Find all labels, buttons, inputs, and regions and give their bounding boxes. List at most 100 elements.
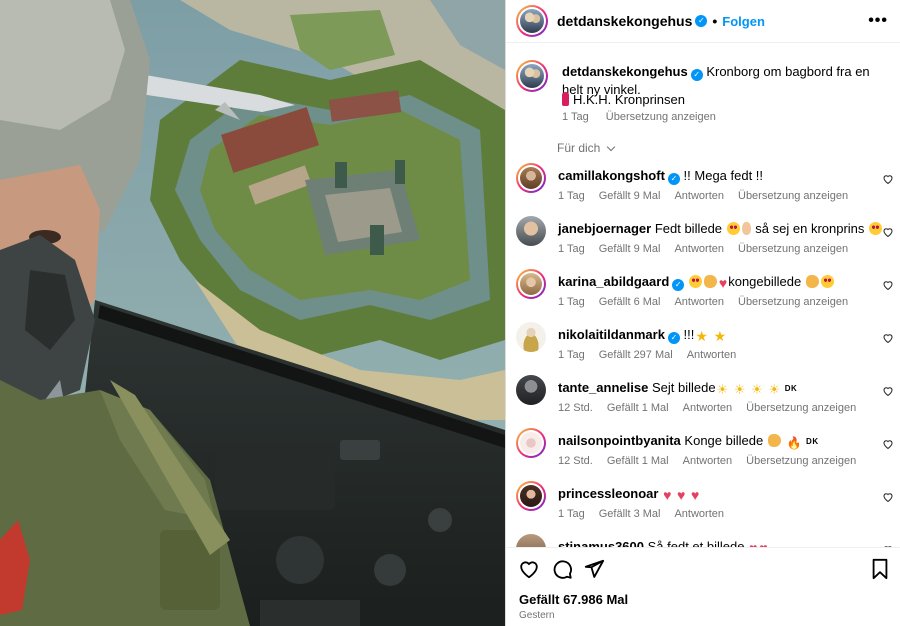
comment-item: tante_annelise Sejt billede☀ ☀ ☀ ☀ DK 12… (516, 375, 896, 423)
commenter-username[interactable]: nikolaitildanmark (558, 327, 665, 342)
clap-emoji-icon (703, 275, 717, 288)
heart-icon[interactable] (518, 558, 540, 580)
heart-eyes-emoji-icon (869, 222, 883, 235)
comment-body: Konge billede (684, 433, 764, 448)
comment-text: nailsonpointbyanita Konge billede 🔥 DK (558, 432, 819, 452)
comment-likes[interactable]: Gefällt 1 Mal (607, 402, 669, 414)
comment-meta: 1 Tag Gefällt 9 Mal Antworten Übersetzung a… (558, 190, 862, 202)
comment-item: karina_abildgaard ✓ ♥kongebillede 1 Tag Ge… (516, 269, 896, 317)
red-heart-emoji-icon: ♥ (749, 540, 757, 547)
translate-link[interactable]: Übersetzung anzeigen (746, 402, 856, 414)
heart-icon[interactable] (882, 173, 894, 185)
comment-likes[interactable]: Gefällt 1 Mal (607, 455, 669, 467)
comment-meta: 1 Tag Gefällt 6 Mal Antworten Übersetzung a… (558, 296, 862, 308)
commenter-avatar[interactable] (516, 269, 546, 299)
comment-likes[interactable]: Gefällt 9 Mal (599, 243, 661, 255)
comment-time: 1 Tag (558, 508, 585, 520)
comment-text: tante_annelise Sejt billede☀ ☀ ☀ ☀ DK (558, 379, 797, 398)
comment-time: 1 Tag (558, 349, 585, 361)
comment-time: 1 Tag (558, 243, 585, 255)
commenter-avatar[interactable] (516, 481, 546, 511)
commenter-username[interactable]: karina_abildgaard (558, 274, 669, 289)
comment-icon[interactable] (551, 558, 573, 580)
reply-button[interactable]: Antworten (683, 402, 733, 414)
commenter-username[interactable]: stinamus3600 (558, 539, 644, 547)
red-heart-emoji-icon: ♥ (663, 487, 672, 503)
star-emoji-icon: ★ (695, 328, 708, 344)
caption-username[interactable]: detdanskekongehus (562, 64, 688, 79)
comment-likes[interactable]: Gefällt 6 Mal (599, 296, 661, 308)
translate-link[interactable]: Übersetzung anzeigen (738, 190, 848, 202)
comment-meta: 12 Std. Gefällt 1 Mal Antworten Übersetzung… (558, 402, 870, 414)
commenter-avatar[interactable] (516, 163, 546, 193)
heart-icon[interactable] (882, 332, 894, 344)
comment-time: 12 Std. (558, 402, 593, 414)
share-icon[interactable] (583, 558, 605, 580)
heart-icon[interactable] (882, 385, 894, 397)
separator-dot: • (712, 13, 718, 29)
post-date: Gestern (519, 610, 555, 621)
post-side-panel: detdanskekongehus ✓ • Folgen ••• detdans… (505, 0, 900, 626)
flag-label: DK (784, 384, 798, 393)
author-username[interactable]: detdanskekongehus (557, 13, 692, 29)
more-dots-icon[interactable]: ••• (868, 12, 888, 30)
commenter-username[interactable]: janebjoernager (558, 221, 651, 236)
bookmark-icon[interactable] (870, 558, 890, 580)
commenter-avatar[interactable] (516, 322, 546, 352)
reply-button[interactable]: Antworten (683, 455, 733, 467)
commenter-username[interactable]: princessleonoar (558, 486, 658, 501)
heart-icon[interactable] (882, 279, 894, 291)
verified-badge-icon: ✓ (667, 332, 680, 344)
heart-icon[interactable] (882, 491, 894, 503)
translate-link[interactable]: Übersetzung anzeigen (746, 455, 856, 467)
comment-likes[interactable]: Gefällt 297 Mal (599, 349, 673, 361)
comment-item: nailsonpointbyanita Konge billede 🔥 DK 1… (516, 428, 896, 476)
reply-button[interactable]: Antworten (674, 190, 724, 202)
sun-emoji-icon: ☀ (716, 382, 729, 397)
sun-emoji-icon: ☀ (768, 382, 781, 397)
verified-badge-icon: ✓ (695, 15, 708, 27)
comments-list[interactable]: detdanskekongehus ✓ Kronborg om bagbord f… (506, 44, 900, 547)
sun-emoji-icon: ☀ (733, 382, 746, 397)
commenter-avatar[interactable] (516, 428, 546, 458)
follow-button[interactable]: Folgen (722, 14, 765, 29)
caption-translate-link[interactable]: Übersetzung anzeigen (606, 111, 716, 123)
commenter-username[interactable]: nailsonpointbyanita (558, 433, 681, 448)
caption-avatar[interactable] (516, 60, 548, 92)
signature-text: H.K.H. Kronprinsen (573, 92, 685, 107)
reply-button[interactable]: Antworten (687, 349, 737, 361)
commenter-avatar[interactable] (516, 375, 546, 405)
comment-meta: 1 Tag Gefällt 3 Mal Antworten (558, 508, 738, 520)
comment-text: nikolaitildanmark ✓ !!!★ ★ (558, 326, 727, 345)
reply-button[interactable]: Antworten (674, 243, 724, 255)
reply-button[interactable]: Antworten (674, 296, 724, 308)
commenter-avatar[interactable] (516, 216, 546, 246)
fire-emoji-icon: 🔥 (786, 436, 802, 450)
commenter-username[interactable]: tante_annelise (558, 380, 648, 395)
caption-meta: 1 Tag Übersetzung anzeigen (562, 111, 730, 123)
chevron-down-icon (606, 142, 615, 152)
heart-icon[interactable] (882, 226, 894, 238)
comment-item: princessleonoar ♥ ♥ ♥ 1 Tag Gefällt 3 Mal… (516, 481, 896, 529)
heart-icon[interactable] (882, 438, 894, 450)
for-you-dropdown[interactable]: Für dich (557, 141, 615, 155)
comment-time: 1 Tag (558, 296, 585, 308)
post-header: detdanskekongehus ✓ • Folgen ••• (506, 0, 900, 43)
commenter-username[interactable]: camillakongshoft (558, 168, 665, 183)
comment-meta: 12 Std. Gefällt 1 Mal Antworten Übersetzung… (558, 455, 870, 467)
hand-emoji-icon (741, 222, 751, 235)
comment-meta: 1 Tag Gefällt 297 Mal Antworten (558, 349, 750, 361)
comment-text: princessleonoar ♥ ♥ ♥ (558, 485, 700, 504)
translate-link[interactable]: Übersetzung anzeigen (738, 296, 848, 308)
translate-link[interactable]: Übersetzung anzeigen (738, 243, 848, 255)
comment-body: !!! (683, 327, 695, 342)
comment-time: 1 Tag (558, 190, 585, 202)
reply-button[interactable]: Antworten (674, 508, 724, 520)
like-count[interactable]: Gefällt 67.986 Mal (519, 592, 628, 607)
post-image[interactable] (0, 0, 505, 626)
author-avatar[interactable] (516, 5, 548, 37)
comment-likes[interactable]: Gefällt 9 Mal (599, 190, 661, 202)
comment-item: stinamus3600 Så fedt et billede ♥♥ (516, 534, 896, 547)
comment-likes[interactable]: Gefällt 3 Mal (599, 508, 661, 520)
commenter-avatar[interactable] (516, 534, 546, 547)
